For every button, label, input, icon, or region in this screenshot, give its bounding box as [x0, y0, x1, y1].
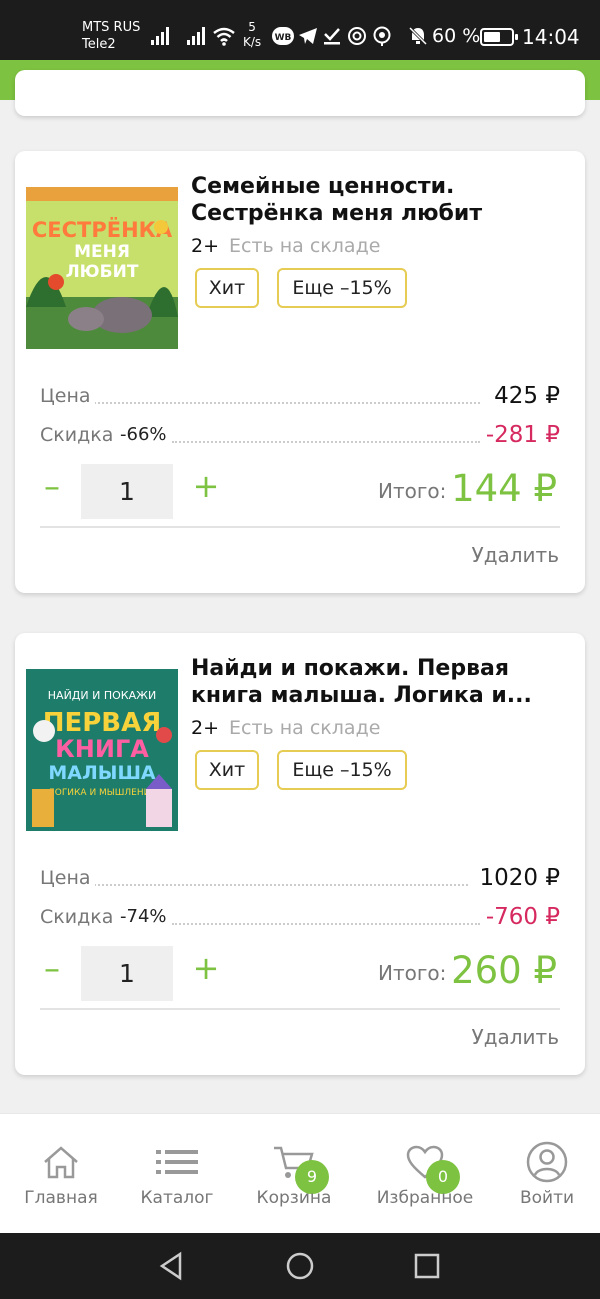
system-navigation-bar — [0, 1233, 600, 1299]
home-icon — [44, 1146, 78, 1179]
age-rating: 2+ — [191, 717, 220, 739]
total-label: Итого: — [378, 479, 447, 503]
nav-item-catalog[interactable]: Каталог — [126, 1114, 228, 1234]
battery-icon — [480, 28, 518, 46]
bell-off-icon — [408, 26, 428, 46]
svg-text:WB: WB — [275, 33, 292, 43]
clock: 14:04 — [522, 25, 580, 49]
carrier-2: Tele2 — [82, 37, 116, 52]
check-icon — [324, 28, 340, 45]
status-bar: MTS RUS Tele2 5 K/s WB 60 % 14:04 — [0, 0, 600, 60]
product-title[interactable]: Семейные ценности. Сестрёнка меня любит — [191, 173, 561, 227]
decrease-quantity-button[interactable]: – — [37, 948, 67, 988]
total-label: Итого: — [378, 961, 447, 985]
extra-discount-badge: Еще –15% — [277, 268, 407, 308]
at-icon — [348, 27, 366, 45]
delete-button[interactable]: Удалить — [472, 543, 560, 567]
age-rating: 2+ — [191, 235, 220, 257]
delete-button[interactable]: Удалить — [472, 1025, 560, 1049]
stock-status: Есть на складе — [229, 235, 381, 257]
svg-text:МЕНЯ: МЕНЯ — [74, 242, 130, 262]
book-cover-image[interactable]: НАЙДИ И ПОКАЖИ ПЕРВАЯ КНИГА МАЛЫША ЛОГИК… — [26, 669, 178, 831]
increase-quantity-button[interactable]: + — [191, 948, 221, 988]
svg-text:КНИГА: КНИГА — [55, 735, 149, 763]
discount-value: -281 ₽ — [479, 421, 560, 449]
price-value: 425 ₽ — [488, 382, 560, 410]
back-icon[interactable] — [158, 1251, 184, 1281]
speed-value: 5 — [248, 20, 256, 34]
signal-icon — [187, 27, 205, 45]
price-row: Цена 425 ₽ — [40, 382, 560, 410]
list-icon — [156, 1150, 198, 1174]
nav-item-cart[interactable]: 9 Корзина — [244, 1114, 344, 1234]
price-value: 1020 ₽ — [473, 864, 560, 892]
divider — [40, 526, 560, 528]
location-icon — [373, 26, 391, 46]
wb-icon: WB — [272, 27, 294, 45]
stock-status: Есть на складе — [229, 717, 381, 739]
home-circle-icon[interactable] — [285, 1251, 315, 1281]
total-value: 260 ₽ — [451, 949, 557, 992]
nav-item-favorites[interactable]: 0 Избранное — [366, 1114, 484, 1234]
carrier-1: MTS RUS — [82, 20, 141, 35]
svg-text:ЛЮБИТ: ЛЮБИТ — [66, 262, 139, 282]
svg-text:МАЛЫША: МАЛЫША — [48, 762, 156, 784]
price-row: Цена 1020 ₽ — [40, 864, 560, 892]
divider — [40, 1008, 560, 1010]
total-value: 144 ₽ — [451, 467, 557, 510]
hit-badge: Хит — [195, 750, 259, 790]
nav-label: Каталог — [140, 1188, 214, 1208]
nav-label: Корзина — [256, 1188, 332, 1208]
nav-item-login[interactable]: Войти — [500, 1114, 594, 1234]
discount-label: Скидка — [40, 903, 118, 931]
wifi-icon — [213, 27, 235, 46]
increase-quantity-button[interactable]: + — [191, 466, 221, 506]
telegram-icon — [299, 28, 317, 44]
decrease-quantity-button[interactable]: – — [37, 466, 67, 506]
quantity-field[interactable]: 1 — [81, 464, 173, 519]
dotted-leader — [172, 923, 480, 925]
product-title[interactable]: Найди и покажи. Первая книга малыша. Лог… — [191, 655, 561, 709]
network-speed: 5 K/s — [243, 20, 261, 50]
hit-badge: Хит — [195, 268, 259, 308]
nav-label: Главная — [24, 1188, 98, 1208]
bottom-navigation: Главная Каталог 9 Корзина 0 Избранное Во… — [0, 1113, 600, 1233]
speed-unit: K/s — [243, 35, 262, 49]
discount-label: Скидка — [40, 421, 118, 449]
discount-percent: -74% — [120, 903, 171, 931]
battery-percent: 60 % — [432, 25, 481, 47]
nav-label: Войти — [519, 1188, 575, 1208]
nav-item-home[interactable]: Главная — [10, 1114, 112, 1234]
discount-row: Скидка -74% -760 ₽ — [40, 903, 560, 931]
dotted-leader — [94, 402, 480, 404]
discount-value: -760 ₽ — [479, 903, 560, 931]
svg-text:СЕСТРЁНКА: СЕСТРЁНКА — [32, 217, 173, 242]
price-label: Цена — [40, 382, 95, 410]
dotted-leader — [172, 441, 480, 443]
book-cover-image[interactable]: СЕСТРЁНКА МЕНЯ ЛЮБИТ — [26, 187, 178, 349]
dotted-leader — [94, 884, 468, 886]
svg-text:ЛОГИКА И МЫШЛЕНИЕ: ЛОГИКА И МЫШЛЕНИЕ — [48, 788, 156, 798]
user-icon — [526, 1141, 568, 1183]
signal-icon — [151, 27, 169, 45]
discount-percent: -66% — [120, 421, 171, 449]
carrier-info: MTS RUS Tele2 — [82, 19, 140, 53]
cart-item: НАЙДИ И ПОКАЖИ ПЕРВАЯ КНИГА МАЛЫША ЛОГИК… — [15, 633, 585, 1075]
nav-label: Избранное — [376, 1188, 474, 1208]
cart-item: СЕСТРЁНКА МЕНЯ ЛЮБИТ Семейные ценности. … — [15, 151, 585, 593]
svg-text:НАЙДИ И ПОКАЖИ: НАЙДИ И ПОКАЖИ — [48, 689, 156, 702]
extra-discount-badge: Еще –15% — [277, 750, 407, 790]
discount-row: Скидка -66% -281 ₽ — [40, 421, 560, 449]
battery-level — [484, 32, 500, 42]
price-label: Цена — [40, 864, 95, 892]
quantity-field[interactable]: 1 — [81, 946, 173, 1001]
svg-text:ПЕРВАЯ: ПЕРВАЯ — [43, 708, 162, 738]
previous-cart-item — [15, 70, 585, 116]
recents-icon[interactable] — [413, 1251, 441, 1281]
